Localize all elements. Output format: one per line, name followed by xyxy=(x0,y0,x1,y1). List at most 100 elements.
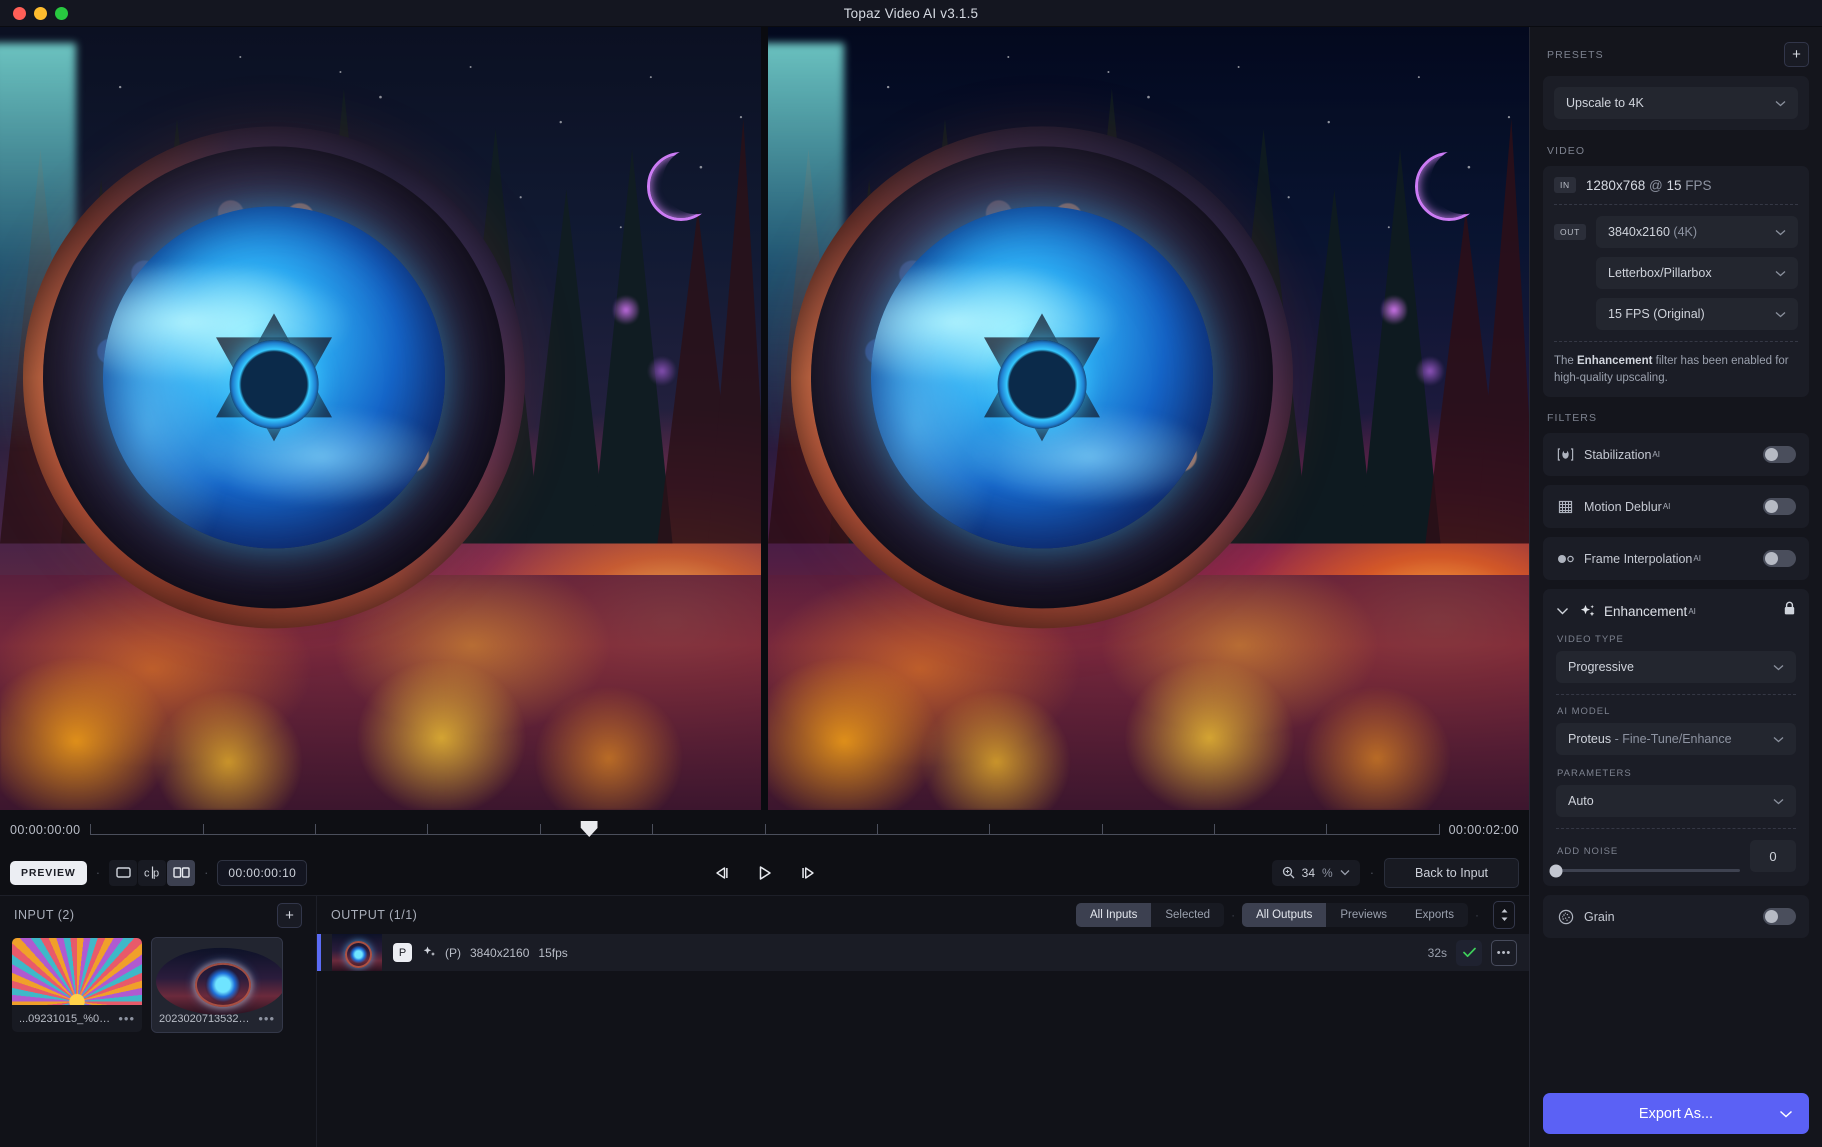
stabilization-toggle[interactable] xyxy=(1763,446,1796,463)
lock-icon[interactable] xyxy=(1783,601,1796,621)
output-fps-value: 15 FPS (Original) xyxy=(1608,307,1705,321)
video-type-select[interactable]: Progressive xyxy=(1556,651,1796,683)
filter-motion-deblur[interactable]: Motion DeblurAI xyxy=(1543,485,1809,528)
divider xyxy=(1556,828,1796,829)
timeline-playhead[interactable] xyxy=(581,821,598,837)
ai-superscript: AI xyxy=(1693,554,1701,563)
svg-text:p: p xyxy=(153,868,159,880)
preset-select[interactable]: Upscale to 4K xyxy=(1554,87,1798,119)
output-fit-select[interactable]: Letterbox/Pillarbox xyxy=(1596,257,1798,289)
side-by-side-view-button[interactable] xyxy=(167,860,195,886)
output-fps-select[interactable]: 15 FPS (Original) xyxy=(1596,298,1798,330)
input-fps-number: 15 xyxy=(1666,178,1681,193)
enhancement-note: The Enhancement filter has been enabled … xyxy=(1554,353,1798,386)
sort-button[interactable] xyxy=(1493,901,1515,929)
play-button[interactable] xyxy=(754,862,775,884)
output-more-button[interactable]: ••• xyxy=(1491,940,1517,966)
parameters-select[interactable]: Auto xyxy=(1556,785,1796,817)
preview-pane-output[interactable] xyxy=(768,27,1529,810)
add-noise-knob[interactable] xyxy=(1550,864,1563,877)
divider xyxy=(1554,341,1798,342)
export-as-button[interactable]: Export As... xyxy=(1543,1093,1809,1134)
preview-pane-input[interactable] xyxy=(0,27,761,810)
add-noise-value[interactable]: 0 xyxy=(1750,840,1796,872)
filter-name: Frame Interpolation xyxy=(1584,552,1692,566)
motion-deblur-toggle[interactable] xyxy=(1763,498,1796,515)
chevron-down-icon xyxy=(1775,229,1786,236)
separator-dot-3: · xyxy=(1368,865,1376,880)
presets-card: Upscale to 4K xyxy=(1543,76,1809,130)
filter-previews[interactable]: Previews xyxy=(1326,903,1401,927)
chevron-down-icon xyxy=(1773,736,1784,743)
side-by-side-icon xyxy=(173,867,190,878)
video-type-label: VIDEO TYPE xyxy=(1557,634,1796,645)
separator-dot: · xyxy=(94,865,102,880)
filter-grain[interactable]: Grain xyxy=(1543,895,1809,938)
filter-name: Motion Deblur xyxy=(1584,500,1662,514)
ai-model-label: AI MODEL xyxy=(1557,706,1796,717)
next-frame-button[interactable] xyxy=(797,863,818,883)
filter-all-outputs[interactable]: All Outputs xyxy=(1242,903,1326,927)
preview-button[interactable]: PREVIEW xyxy=(10,861,87,885)
filter-stabilization[interactable]: StabilizationAI xyxy=(1543,433,1809,476)
video-label: VIDEO xyxy=(1547,145,1809,157)
play-icon xyxy=(757,865,772,881)
output-resolution-select[interactable]: 3840x2160 (4K) xyxy=(1596,216,1798,248)
chevron-down-icon[interactable] xyxy=(1556,607,1569,615)
split-view-button[interactable]: c p xyxy=(138,860,166,886)
filter-selected[interactable]: Selected xyxy=(1151,903,1224,927)
input-thumbnail-image xyxy=(12,938,142,1005)
zoom-control[interactable]: 34 % xyxy=(1272,860,1360,886)
add-input-button[interactable]: + xyxy=(277,903,302,928)
svg-text:c: c xyxy=(144,868,150,880)
confirm-output-button[interactable] xyxy=(1456,940,1482,966)
input-resolution-row: IN 1280x768 @ 15 FPS xyxy=(1554,177,1798,193)
timeline-ruler[interactable] xyxy=(90,819,1438,841)
view-mode-group: c p xyxy=(109,860,195,886)
grain-toggle[interactable] xyxy=(1763,908,1796,925)
previous-frame-button[interactable] xyxy=(711,863,732,883)
list-item[interactable]: ...09231015_%05d.png ••• xyxy=(12,938,142,1032)
frame-interpolation-toggle[interactable] xyxy=(1763,550,1796,567)
more-icon[interactable]: ••• xyxy=(118,1011,135,1026)
output-panel: OUTPUT (1/1) All Inputs Selected · All O… xyxy=(317,896,1529,1147)
sparkle-icon xyxy=(1580,604,1596,619)
list-item[interactable]: 20230207135324.mp4 ••• xyxy=(152,938,282,1032)
progressive-flag: (P) xyxy=(445,946,461,960)
input-filename: ...09231015_%05d.png xyxy=(19,1013,112,1025)
video-card: IN 1280x768 @ 15 FPS OUT xyxy=(1543,166,1809,397)
stabilization-icon xyxy=(1556,447,1575,462)
presets-label: PRESETS xyxy=(1547,49,1604,61)
status-badge: P xyxy=(393,943,412,962)
split-pane-icon: c p xyxy=(144,866,161,879)
grain-name: Grain xyxy=(1584,910,1615,924)
input-resolution: 1280x768 xyxy=(1586,178,1645,193)
transport-controls xyxy=(711,862,818,884)
filter-frame-interpolation[interactable]: Frame InterpolationAI xyxy=(1543,537,1809,580)
ai-model-select[interactable]: Proteus - Fine-Tune/Enhance xyxy=(1556,723,1796,755)
current-timecode-field[interactable]: 00:00:00:10 xyxy=(217,860,307,886)
more-icon[interactable]: ••• xyxy=(258,1011,275,1026)
single-view-button[interactable] xyxy=(109,860,137,886)
chevron-down-icon xyxy=(1773,798,1784,805)
video-type-value: Progressive xyxy=(1568,660,1634,674)
parameters-label: PARAMETERS xyxy=(1557,768,1796,779)
table-row[interactable]: P (P) 3840x2160 15fps 32s xyxy=(317,934,1529,971)
row-accent-bar xyxy=(317,934,321,971)
filters-label: FILTERS xyxy=(1547,412,1809,424)
filter-exports[interactable]: Exports xyxy=(1401,903,1468,927)
add-noise-slider[interactable] xyxy=(1556,869,1740,872)
filter-all-inputs[interactable]: All Inputs xyxy=(1076,903,1151,927)
input-panel: INPUT (2) + ...09231015_%05d.png ••• xyxy=(0,896,317,1147)
export-label: Export As... xyxy=(1639,1106,1713,1122)
ai-superscript: AI xyxy=(1688,607,1696,616)
add-noise-label: ADD NOISE xyxy=(1557,846,1740,857)
input-thumbnail-image xyxy=(156,948,282,1015)
add-preset-button[interactable]: + xyxy=(1784,42,1809,67)
input-panel-title: INPUT (2) xyxy=(14,908,75,922)
chevron-down-icon xyxy=(1773,664,1784,671)
timeline-end-timecode: 00:00:02:00 xyxy=(1449,823,1519,837)
timeline-ruler-row: 00:00:00:00 00:00:02:00 xyxy=(0,810,1529,850)
preset-selected-value: Upscale to 4K xyxy=(1566,96,1644,110)
back-to-input-button[interactable]: Back to Input xyxy=(1384,858,1519,888)
